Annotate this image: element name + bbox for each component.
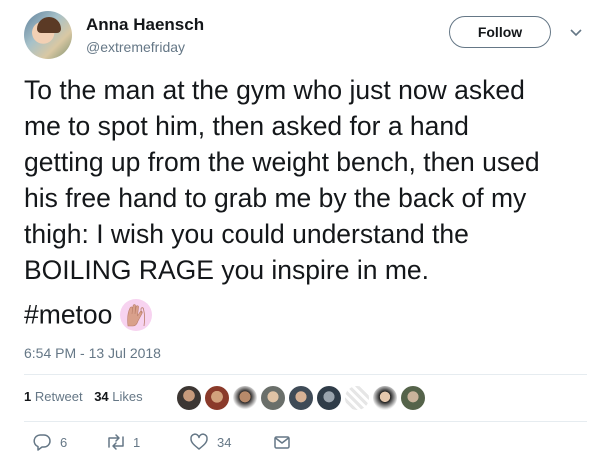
author-name[interactable]: Anna Haensch: [86, 15, 204, 35]
liker-avatar[interactable]: [176, 385, 202, 411]
liker-avatar[interactable]: [344, 385, 370, 411]
tweet-line: getting up from the weight bench, then u…: [24, 147, 540, 177]
liker-avatar[interactable]: [232, 385, 258, 411]
tweet-line: me to spot him, then asked for a hand: [24, 111, 469, 141]
tweet-line: BOILING RAGE you inspire in me.: [24, 255, 430, 285]
liker-avatar[interactable]: [400, 385, 426, 411]
hashtag-row: #metoo: [24, 298, 153, 338]
chevron-down-icon[interactable]: [569, 26, 583, 40]
author-handle[interactable]: @extremefriday: [86, 39, 185, 55]
tweet-text: To the man at the gym who just now asked…: [24, 72, 589, 288]
likes-count[interactable]: 34: [94, 389, 108, 404]
liker-avatar[interactable]: [288, 385, 314, 411]
divider: [24, 421, 587, 422]
reply-icon: [33, 434, 51, 451]
liker-avatar[interactable]: [204, 385, 230, 411]
retweet-icon: [108, 434, 124, 450]
tweet-line: his free hand to grab me by the back of …: [24, 183, 527, 213]
tweet-line: thigh: I wish you could understand the: [24, 219, 469, 249]
reply-count: 6: [60, 435, 68, 450]
retweets-count[interactable]: 1: [24, 389, 31, 404]
engagement-stats: 1 Retweet 34 Likes: [24, 389, 143, 404]
liker-avatar[interactable]: [372, 385, 398, 411]
retweets-label[interactable]: Retweet: [35, 389, 83, 404]
heart-icon: [190, 433, 208, 450]
likes-label[interactable]: Likes: [112, 389, 142, 404]
hashtag-link[interactable]: #metoo: [24, 300, 112, 330]
liker-avatar[interactable]: [260, 385, 286, 411]
author-avatar[interactable]: [24, 11, 72, 59]
liker-avatar[interactable]: [316, 385, 342, 411]
tweet-line: To the man at the gym who just now asked: [24, 75, 525, 105]
raised-hands-emoji-icon: [119, 299, 152, 331]
tweet-timestamp[interactable]: 6:54 PM - 13 Jul 2018: [24, 345, 161, 361]
follow-button[interactable]: Follow: [449, 16, 551, 48]
retweet-count: 1: [133, 435, 141, 450]
divider: [24, 374, 587, 375]
like-count: 34: [217, 435, 232, 450]
envelope-icon: [274, 436, 290, 449]
